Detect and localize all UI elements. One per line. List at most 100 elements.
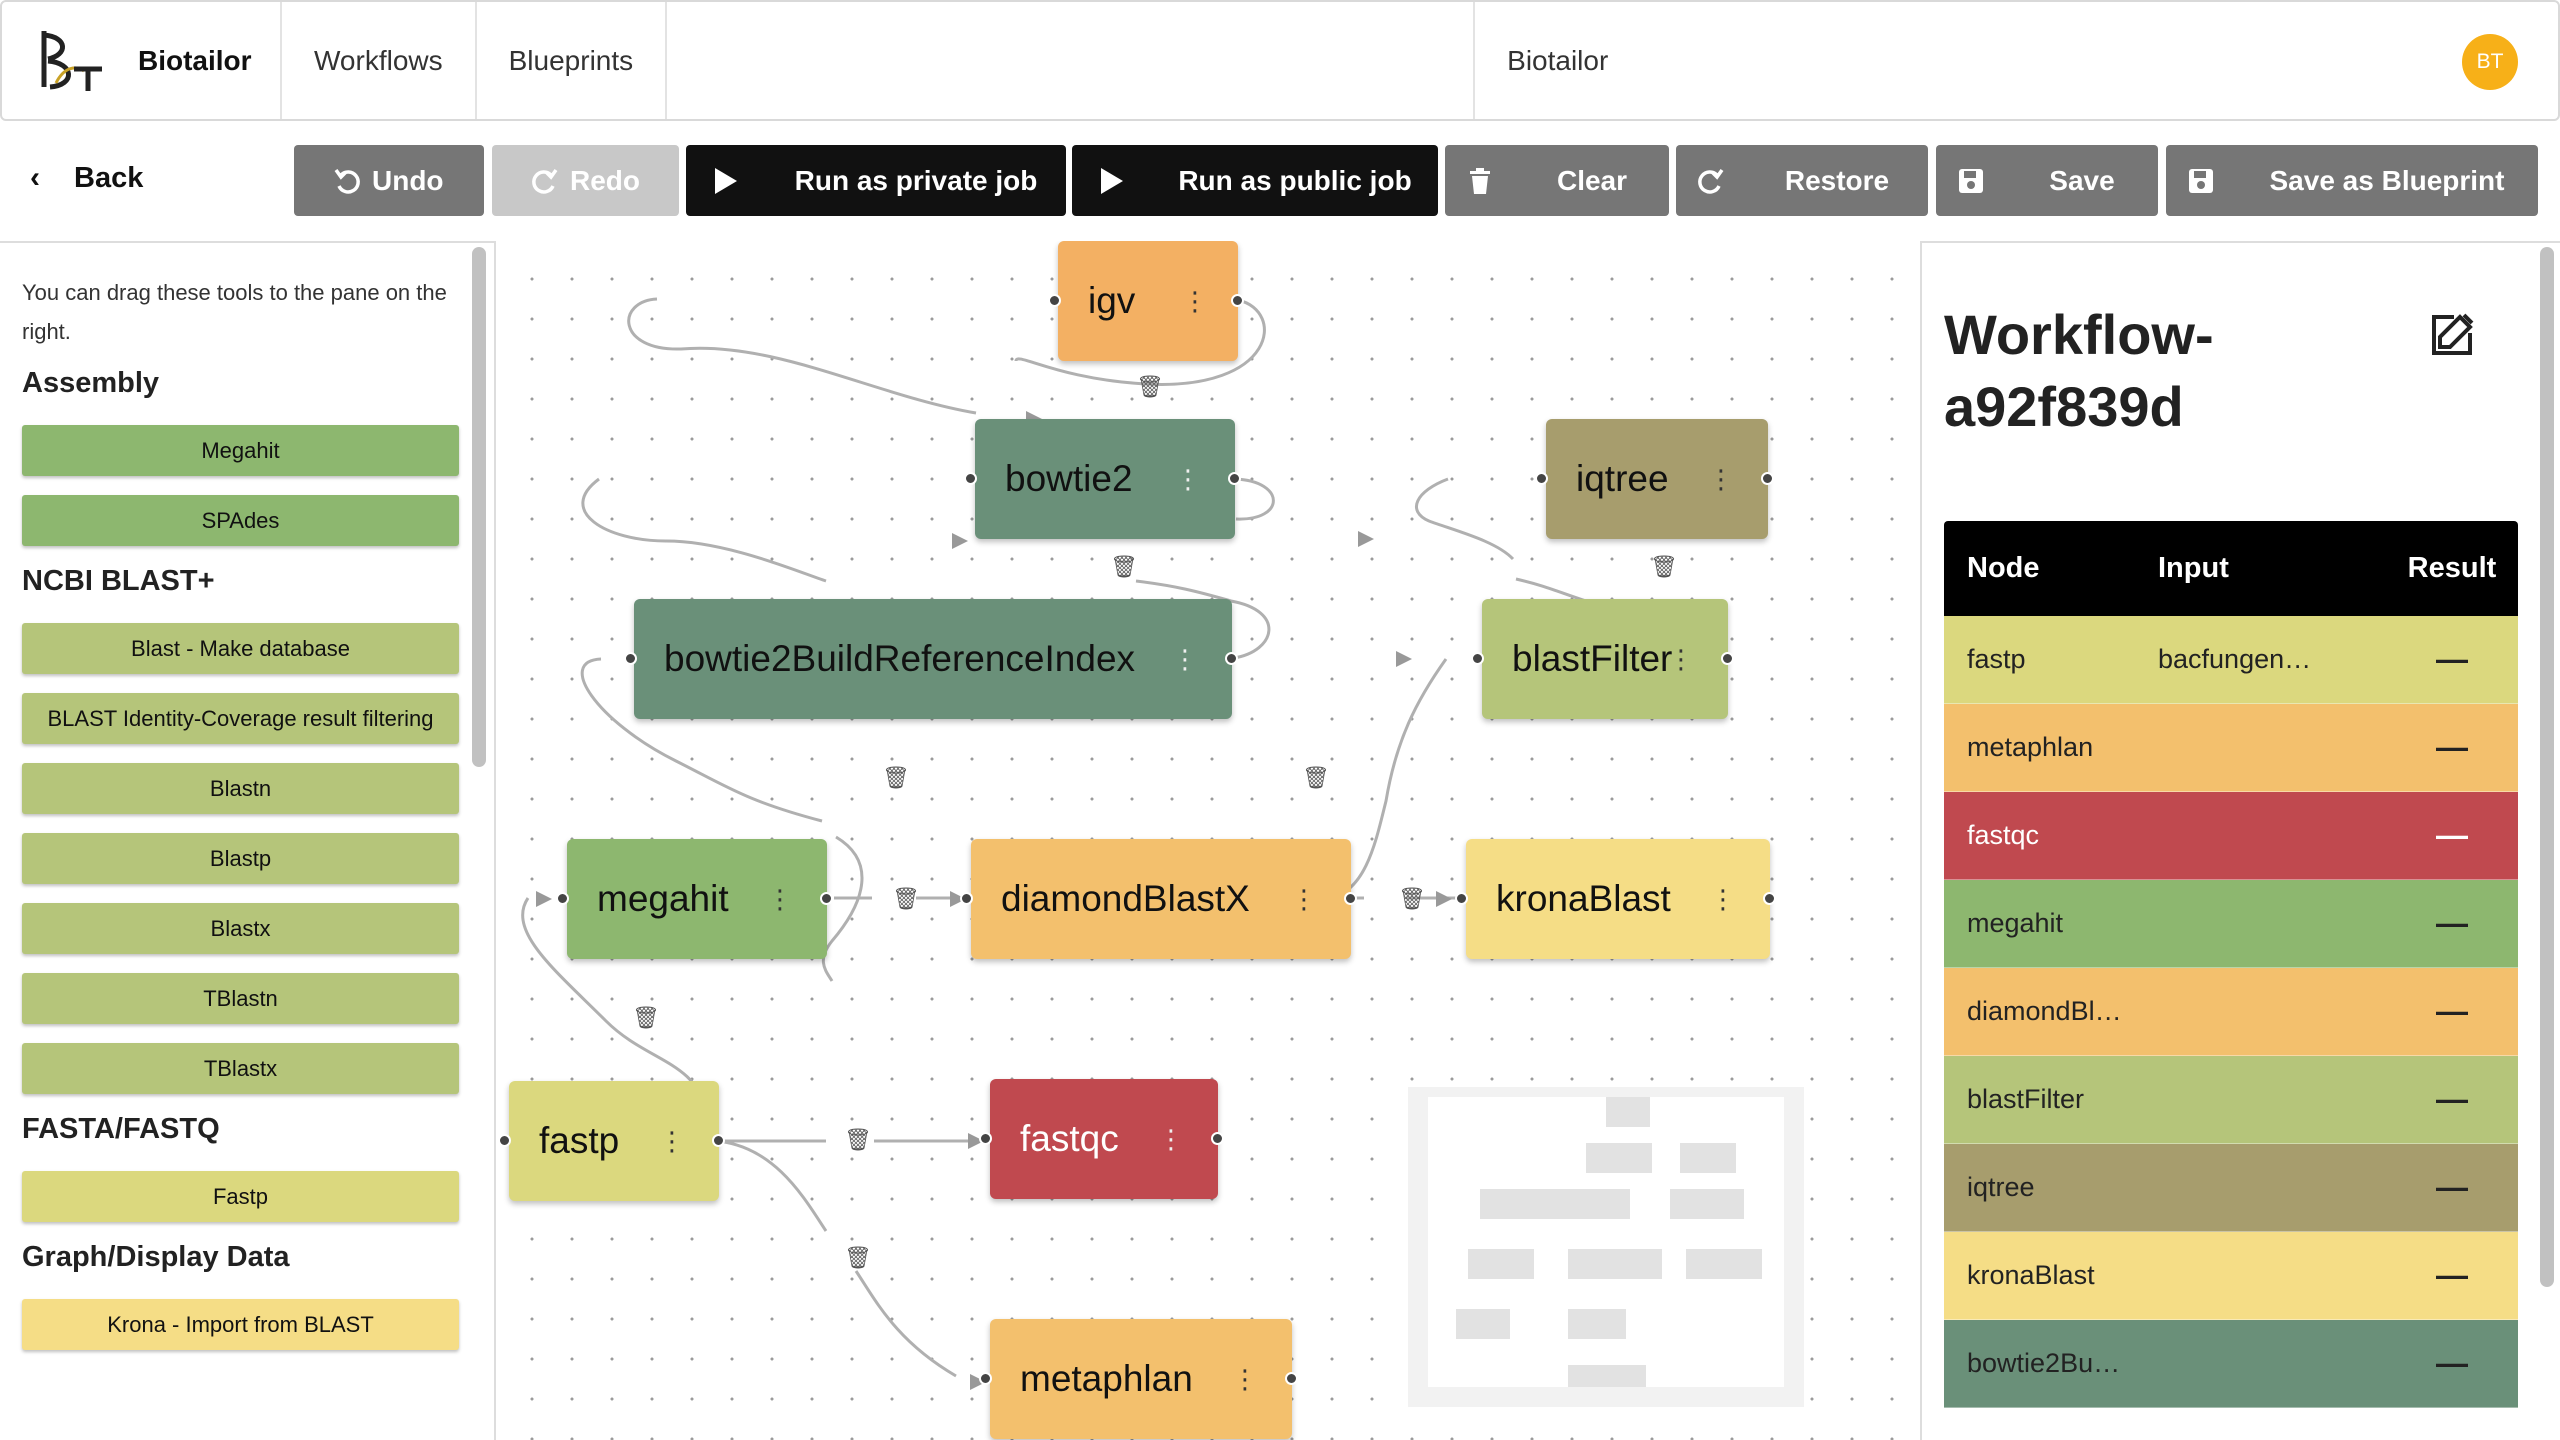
output-port[interactable] <box>1344 892 1357 905</box>
nav-link-workflows[interactable]: Workflows <box>282 2 477 119</box>
delete-edge-icon[interactable]: 🗑 <box>844 1245 872 1271</box>
delete-edge-icon[interactable]: 🗑 <box>1136 374 1164 400</box>
input-port[interactable] <box>1471 652 1484 665</box>
user-avatar[interactable]: BT <box>2462 34 2518 90</box>
brand[interactable]: Biotailor <box>2 2 282 119</box>
tool-tblastx[interactable]: TBlastx <box>22 1043 459 1094</box>
tool-blast-identity-coverage[interactable]: BLAST Identity-Coverage result filtering <box>22 693 459 744</box>
back-button[interactable]: ‹ Back <box>30 161 143 195</box>
node-igv[interactable]: igv ⋮ <box>1058 241 1238 361</box>
input-port[interactable] <box>964 472 977 485</box>
table-row[interactable]: metaphlan — <box>1944 704 2518 792</box>
redo-button[interactable]: Redo <box>492 145 679 216</box>
node-label: iqtree <box>1576 458 1669 499</box>
delete-edge-icon[interactable]: 🗑 <box>882 765 910 791</box>
kebab-menu-icon[interactable]: ⋮ <box>1291 886 1317 912</box>
table-row[interactable]: diamondBl… — <box>1944 968 2518 1056</box>
restore-button[interactable]: Restore <box>1676 145 1928 216</box>
output-port[interactable] <box>820 892 833 905</box>
save-button[interactable]: Save <box>1936 145 2158 216</box>
delete-edge-icon[interactable]: 🗑 <box>1650 554 1678 580</box>
input-port[interactable] <box>498 1134 511 1147</box>
kebab-menu-icon[interactable]: ⋮ <box>659 1128 685 1154</box>
table-row[interactable]: blastFilter — <box>1944 1056 2518 1144</box>
input-port[interactable] <box>624 652 637 665</box>
node-diamondblastx[interactable]: diamondBlastX ⋮ <box>971 839 1351 959</box>
input-port[interactable] <box>960 892 973 905</box>
tool-fastp[interactable]: Fastp <box>22 1171 459 1222</box>
kebab-menu-icon[interactable]: ⋮ <box>1158 1126 1184 1152</box>
kebab-menu-icon[interactable]: ⋮ <box>1232 1366 1258 1392</box>
delete-edge-icon[interactable]: 🗑 <box>892 886 920 912</box>
output-port[interactable] <box>1228 472 1241 485</box>
node-bowtie2buildreferenceindex[interactable]: bowtie2BuildReferenceIndex ⋮ <box>634 599 1232 719</box>
output-port[interactable] <box>1761 472 1774 485</box>
table-row[interactable]: megahit — <box>1944 880 2518 968</box>
tool-megahit[interactable]: Megahit <box>22 425 459 476</box>
clear-button[interactable]: Clear <box>1445 145 1669 216</box>
output-port[interactable] <box>1721 652 1734 665</box>
delete-edge-icon[interactable]: 🗑 <box>1110 554 1138 580</box>
output-port[interactable] <box>1763 892 1776 905</box>
delete-edge-icon[interactable]: 🗑 <box>844 1127 872 1153</box>
input-port[interactable] <box>1048 294 1061 307</box>
kebab-menu-icon[interactable]: ⋮ <box>1172 646 1198 672</box>
input-port[interactable] <box>979 1132 992 1145</box>
nav-link-blueprints[interactable]: Blueprints <box>477 2 668 119</box>
input-port[interactable] <box>1535 472 1548 485</box>
save-as-blueprint-button[interactable]: Save as Blueprint <box>2166 145 2538 216</box>
table-row[interactable]: fastqc — <box>1944 792 2518 880</box>
undo-button[interactable]: Undo <box>294 145 484 216</box>
node-metaphlan[interactable]: metaphlan ⋮ <box>990 1319 1292 1439</box>
delete-edge-icon[interactable]: 🗑 <box>1302 765 1330 791</box>
cell-result: — <box>2436 1081 2468 1117</box>
output-port[interactable] <box>1231 294 1244 307</box>
tool-tblastn[interactable]: TBlastn <box>22 973 459 1024</box>
tool-krona-import[interactable]: Krona - Import from BLAST <box>22 1299 459 1350</box>
floppy-disk-icon <box>1936 168 2006 194</box>
node-iqtree[interactable]: iqtree ⋮ <box>1546 419 1768 539</box>
table-row[interactable]: bowtie2Bu… — <box>1944 1320 2518 1408</box>
table-row[interactable]: fastp bacfungen… — <box>1944 616 2518 704</box>
edit-icon[interactable] <box>2430 311 2476 357</box>
panel-scrollbar[interactable] <box>2540 247 2554 1287</box>
output-port[interactable] <box>712 1134 725 1147</box>
table-row[interactable]: iqtree — <box>1944 1144 2518 1232</box>
node-fastp[interactable]: fastp ⋮ <box>509 1081 719 1201</box>
delete-edge-icon[interactable]: 🗑 <box>632 1005 660 1031</box>
node-bowtie2[interactable]: bowtie2 ⋮ <box>975 419 1235 539</box>
table-row[interactable]: kronaBlast — <box>1944 1232 2518 1320</box>
node-kronablast[interactable]: kronaBlast ⋮ <box>1466 839 1770 959</box>
sidebar-scrollbar[interactable] <box>472 247 486 767</box>
node-blastfilter[interactable]: blastFilter ⋮ <box>1482 599 1728 719</box>
tool-blastx[interactable]: Blastx <box>22 903 459 954</box>
node-fastqc[interactable]: fastqc ⋮ <box>990 1079 1218 1199</box>
column-input: Input <box>2158 552 2229 584</box>
kebab-menu-icon[interactable]: ⋮ <box>1710 886 1736 912</box>
kebab-menu-icon[interactable]: ⋮ <box>1182 288 1208 314</box>
input-port[interactable] <box>1455 892 1468 905</box>
tool-spades[interactable]: SPAdes <box>22 495 459 546</box>
output-port[interactable] <box>1211 1132 1224 1145</box>
kebab-menu-icon[interactable]: ⋮ <box>1708 466 1734 492</box>
top-navbar: Biotailor Workflows Blueprints Biotailor… <box>0 0 2560 121</box>
output-port[interactable] <box>1225 652 1238 665</box>
tool-blastn[interactable]: Blastn <box>22 763 459 814</box>
delete-edge-icon[interactable]: 🗑 <box>1398 886 1426 912</box>
run-private-label: Run as private job <box>794 164 1038 196</box>
canvas-minimap[interactable] <box>1408 1087 1804 1407</box>
clear-label: Clear <box>1556 164 1628 196</box>
run-public-job-button[interactable]: Run as public job <box>1072 145 1438 216</box>
tool-blastp[interactable]: Blastp <box>22 833 459 884</box>
input-port[interactable] <box>979 1372 992 1385</box>
kebab-menu-icon[interactable]: ⋮ <box>1175 466 1201 492</box>
kebab-menu-icon[interactable]: ⋮ <box>767 886 793 912</box>
node-megahit[interactable]: megahit ⋮ <box>567 839 827 959</box>
input-port[interactable] <box>556 892 569 905</box>
run-private-job-button[interactable]: Run as private job <box>686 145 1066 216</box>
workflow-canvas[interactable]: 🗑 🗑 🗑 🗑 🗑 🗑 🗑 🗑 🗑 🗑 igv ⋮ bowtie2 ⋮ iqtr… <box>496 241 1920 1440</box>
tool-blast-make-database[interactable]: Blast - Make database <box>22 623 459 674</box>
minimap-node <box>1686 1249 1762 1279</box>
output-port[interactable] <box>1285 1372 1298 1385</box>
kebab-menu-icon[interactable]: ⋮ <box>1668 646 1694 672</box>
